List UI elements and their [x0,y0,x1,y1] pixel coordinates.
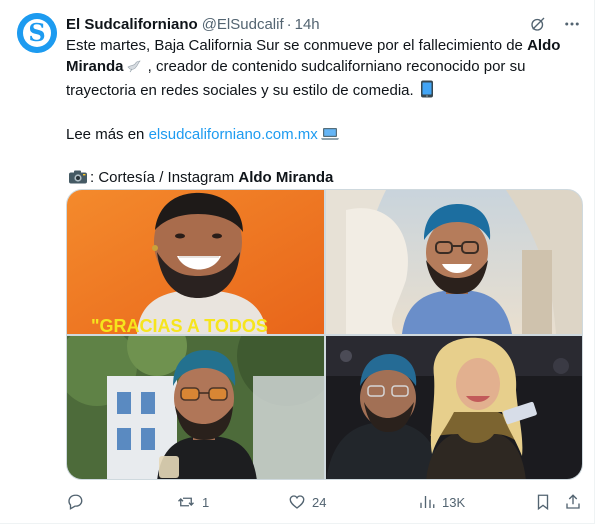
retweet-button[interactable]: 1 [176,493,209,511]
photo-overlay-text: "GRACIAS A TODOS [91,316,268,334]
tweet-paragraph-1: Este martes, Baja California Sur se conm… [66,36,576,105]
reply-button[interactable] [66,493,90,511]
tweet-text: Este martes, Baja California Sur se conm… [66,36,576,192]
heart-icon [288,493,306,511]
action-bar: 1 24 13K [66,490,583,514]
text-segment: Este martes, Baja California Sur se conm… [66,37,528,54]
views-button[interactable]: 13K [418,493,465,511]
dove-icon [126,58,142,81]
grok-icon[interactable] [528,14,548,34]
views-count: 13K [442,494,466,510]
tweet-card[interactable]: S El Sudcaliforniano @ElSudcalif · 14h E… [0,0,595,524]
photo-4[interactable] [326,336,582,479]
separator-dot: · [286,15,292,33]
tweet-header: El Sudcaliforniano @ElSudcalif · 14h [66,14,582,34]
bookmark-button[interactable] [534,493,552,511]
article-link[interactable]: elsudcaliforniano.com.mx [149,126,318,143]
retweet-icon [176,493,196,511]
retweet-count: 1 [202,494,210,510]
photo-1[interactable]: "GRACIAS A TODOS [67,190,324,334]
laptop-icon [320,126,340,149]
share-icon [564,493,582,511]
avatar[interactable]: S [17,13,57,53]
more-icon[interactable] [562,14,582,34]
like-button[interactable]: 24 [288,493,326,511]
photo-2[interactable] [326,190,582,334]
media-grid[interactable]: "GRACIAS A TODOS [66,189,583,480]
credit-name: Aldo Miranda [238,169,334,186]
like-count: 24 [312,494,327,510]
share-button[interactable] [564,493,582,511]
views-icon [418,493,436,511]
reply-icon [66,493,84,511]
text-segment: Lee más en [66,125,149,143]
author-name[interactable]: El Sudcaliforniano [66,16,198,33]
tweet-paragraph-2: Lee más en elsudcaliforniano.com.mx [66,125,576,149]
photo-credit: : Cortesía / Instagram [90,169,239,186]
author-handle[interactable]: @ElSudcalif [202,16,284,33]
timestamp[interactable]: 14h [295,16,320,33]
tweet-paragraph-3: : Cortesía / Instagram Aldo Miranda [66,168,576,192]
photo-3[interactable] [67,336,324,479]
phone-icon [420,80,434,105]
avatar-letter: S [28,18,45,47]
bookmark-icon [534,493,552,511]
